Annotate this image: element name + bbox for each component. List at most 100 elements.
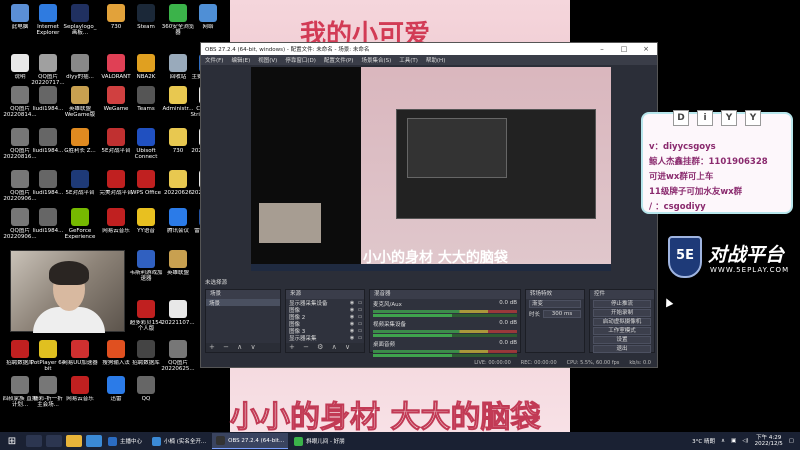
mixer-channel[interactable]: 麦克风/Aux 0.0 dB bbox=[370, 299, 520, 319]
search-icon[interactable] bbox=[26, 435, 42, 447]
desktop-icon[interactable]: 20221107... bbox=[160, 300, 196, 326]
desktop-icon[interactable]: liudi1984... bbox=[30, 208, 66, 234]
visibility-icon[interactable]: ◉ bbox=[348, 328, 356, 334]
desktop-icon[interactable]: QQ图片 20220717... bbox=[30, 54, 66, 86]
desktop-icon[interactable]: 5E对战平台 bbox=[62, 170, 98, 196]
desktop-icon[interactable]: 网络 bbox=[190, 4, 226, 30]
desktop-icon[interactable]: WPS Office bbox=[128, 170, 164, 196]
transition-select[interactable]: 渐变 bbox=[529, 300, 581, 308]
taskbar-item[interactable]: 斜眼儿间 - 好朋 bbox=[290, 433, 348, 449]
desktop-icon[interactable]: liudi1984... bbox=[30, 170, 66, 196]
clock[interactable]: 下午 4:29 2022/12/5 bbox=[755, 435, 783, 448]
desktop-icon[interactable]: PotPlayer 64 bit bbox=[30, 340, 66, 372]
desktop-icon[interactable]: 网易云音乐 bbox=[62, 376, 98, 402]
tray-arrow-icon[interactable]: ∧ bbox=[721, 438, 725, 444]
desktop-icon[interactable]: liudi1984... bbox=[30, 86, 66, 112]
lock-icon[interactable]: ▭ bbox=[356, 300, 364, 306]
visibility-icon[interactable]: ◉ bbox=[348, 321, 356, 327]
app-icon bbox=[169, 300, 187, 318]
desktop-icon[interactable]: QQ图片 20220625... bbox=[160, 340, 196, 372]
desktop-icon[interactable]: Seplaylogo_画板... bbox=[62, 4, 98, 36]
mixer-channel[interactable]: 视频采集设备 0.0 dB bbox=[370, 319, 520, 339]
desktop-icon[interactable]: 网易UU加速器 bbox=[62, 340, 98, 366]
control-button[interactable]: 工作室模式 bbox=[593, 327, 651, 335]
control-button[interactable]: 停止推流 bbox=[593, 300, 651, 308]
obs-menu-item[interactable]: 工具(T) bbox=[399, 56, 418, 64]
app-icon bbox=[137, 250, 155, 268]
close-icon[interactable]: × bbox=[635, 45, 657, 53]
notification-icon[interactable]: ▢ bbox=[789, 438, 794, 444]
desktop-icon[interactable]: 韦斯利游戏加速器 bbox=[128, 250, 164, 282]
maximize-icon[interactable]: □ bbox=[613, 45, 635, 53]
taskbar-item[interactable]: 主播中心 bbox=[104, 433, 146, 449]
obs-menu-item[interactable]: 停靠窗口(D) bbox=[285, 56, 316, 64]
taskbar-item[interactable]: 小楠 (实名全开... bbox=[148, 433, 210, 449]
folder-icon[interactable] bbox=[66, 435, 82, 447]
obs-title-bar[interactable]: OBS 27.2.4 (64-bit, windows) - 配置文件: 未命名… bbox=[201, 43, 657, 55]
desktop-icon[interactable]: 超多彩贝154 个人版 bbox=[128, 300, 164, 332]
controls-dock[interactable]: 控件 停止推流 开始录制 启动虚拟摄像机 工作室模式 设置 退出 bbox=[589, 289, 655, 353]
desktop-icon[interactable]: liudi1984... bbox=[30, 128, 66, 154]
desktop-icon[interactable]: G胜利长 Z... bbox=[62, 128, 98, 154]
network-icon[interactable]: ▣ bbox=[731, 438, 736, 444]
control-button[interactable]: 设置 bbox=[593, 336, 651, 344]
desktop-icon[interactable]: 精彩-折一折 主会场... bbox=[30, 376, 66, 408]
scene-item[interactable]: 场景 bbox=[206, 299, 280, 307]
lock-icon[interactable]: ▭ bbox=[356, 307, 364, 313]
desktop-icon[interactable]: diyy的插... bbox=[62, 54, 98, 80]
visibility-icon[interactable]: ◉ bbox=[348, 300, 356, 306]
browser-icon[interactable] bbox=[86, 435, 102, 447]
volume-icon[interactable]: ◁) bbox=[742, 438, 748, 444]
visibility-icon[interactable]: ◉ bbox=[348, 335, 356, 341]
desktop-icon[interactable]: 英雄联盟 bbox=[160, 250, 196, 276]
control-button[interactable]: 开始录制 bbox=[593, 309, 651, 317]
obs-menu-item[interactable]: 帮助(H) bbox=[426, 56, 445, 64]
obs-menu-item[interactable]: 编辑(E) bbox=[231, 56, 250, 64]
duration-input[interactable]: 300 ms bbox=[543, 310, 581, 318]
sources-toolbar[interactable]: + − ⚙ ∧ ∨ bbox=[286, 343, 364, 352]
obs-menu-item[interactable]: 配置文件(P) bbox=[324, 56, 354, 64]
obs-menu-item[interactable]: 视图(V) bbox=[258, 56, 277, 64]
start-button[interactable]: ⊞ bbox=[0, 436, 24, 447]
visibility-icon[interactable]: ◉ bbox=[348, 307, 356, 313]
desktop-icon[interactable]: NBA2K bbox=[128, 54, 164, 80]
desktop-icon[interactable]: QQ bbox=[128, 376, 164, 402]
weather-label[interactable]: 3°C 晴朗 bbox=[692, 437, 715, 445]
taskbar-item[interactable]: OBS 27.2.4 (64-bit... bbox=[212, 433, 289, 449]
webcam-feed bbox=[10, 250, 125, 333]
obs-window[interactable]: OBS 27.2.4 (64-bit, windows) - 配置文件: 未命名… bbox=[200, 42, 658, 368]
control-button[interactable]: 退出 bbox=[593, 345, 651, 353]
visibility-icon[interactable]: ◉ bbox=[348, 314, 356, 320]
volume-slider[interactable] bbox=[373, 334, 517, 337]
lock-icon[interactable]: ▭ bbox=[356, 314, 364, 320]
desktop-icon[interactable]: GeForce Experience bbox=[62, 208, 98, 240]
scenes-toolbar[interactable]: + − ∧ ∨ bbox=[206, 343, 280, 352]
desktop-icon[interactable]: 英雄联盟WeGame版 bbox=[62, 86, 98, 118]
lock-icon[interactable]: ▭ bbox=[356, 321, 364, 327]
source-item[interactable]: 显示器采集 ◉ ▭ bbox=[286, 334, 364, 342]
desktop-icon[interactable]: Internet Explorer bbox=[30, 4, 66, 36]
task-view-icon[interactable] bbox=[46, 435, 62, 447]
desktop-icon[interactable]: Teams bbox=[128, 86, 164, 112]
volume-slider[interactable] bbox=[373, 354, 517, 357]
desktop-icon[interactable]: Steam bbox=[128, 4, 164, 30]
lock-icon[interactable]: ▭ bbox=[356, 335, 364, 341]
lock-icon[interactable]: ▭ bbox=[356, 328, 364, 334]
status-live: LIVE: 00:00:00 bbox=[474, 360, 511, 366]
app-icon bbox=[137, 86, 155, 104]
mixer-channel[interactable]: 桌面音频 0.0 dB bbox=[370, 339, 520, 359]
desktop-icon[interactable]: Ubisoft Connect bbox=[128, 128, 164, 160]
obs-menu-item[interactable]: 文件(F) bbox=[205, 56, 223, 64]
scenes-dock[interactable]: 场景 场景 + − ∧ ∨ bbox=[205, 289, 281, 353]
desktop-icon[interactable]: 招聘数据库 bbox=[128, 340, 164, 366]
obs-preview[interactable]: 小小的身材 大大的脑袋 bbox=[251, 67, 611, 271]
mixer-dock[interactable]: 混音器 麦克风/Aux 0.0 dB 视频采集设备 0.0 dB 桌面音频 0.0 dB bbox=[369, 289, 521, 357]
transitions-dock[interactable]: 转场特效 渐变 时长 300 ms bbox=[525, 289, 585, 353]
control-button[interactable]: 启动虚拟摄像机 bbox=[593, 318, 651, 326]
desktop-icon-label: WPS Office bbox=[130, 190, 162, 196]
minimize-icon[interactable]: – bbox=[591, 45, 613, 53]
sources-dock[interactable]: 来源 显示器采集设备 ◉ ▭ 图像 ◉ ▭ 图像 2 ◉ ▭ 图像 ◉ ▭ 图像 3 ◉ ▭ 显示器采集 ◉ ▭ … bbox=[285, 289, 365, 353]
desktop-icon[interactable]: YY语音 bbox=[128, 208, 164, 234]
obs-menu-item[interactable]: 场景集合(S) bbox=[361, 56, 391, 64]
volume-slider[interactable] bbox=[373, 314, 517, 317]
